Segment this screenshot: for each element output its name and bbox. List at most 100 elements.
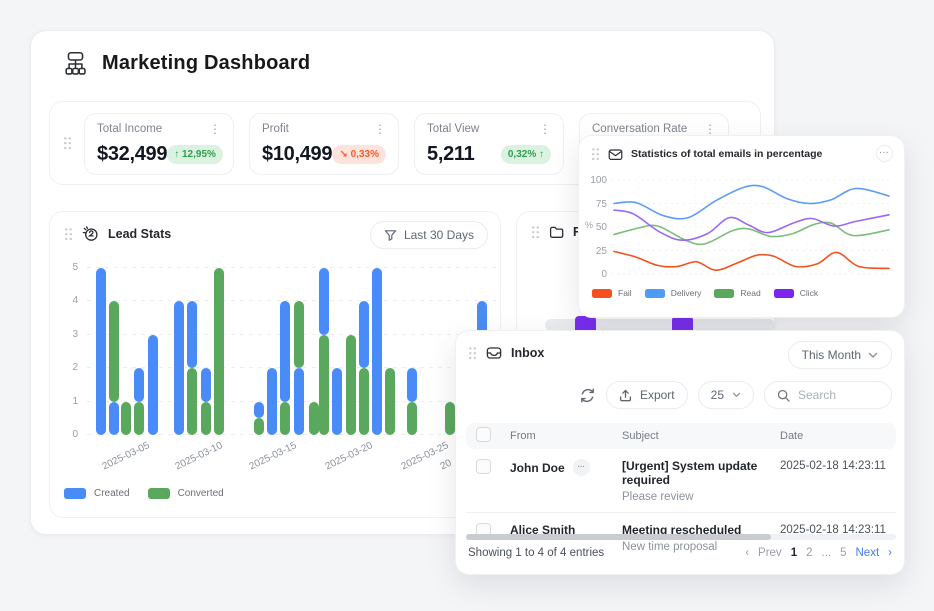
y-tick-label: 2: [58, 362, 78, 373]
drag-handle-icon[interactable]: [468, 346, 477, 360]
email-chart-svg: [611, 174, 892, 278]
y-tick-label: 25: [589, 246, 607, 257]
row-menu-icon[interactable]: [573, 459, 590, 476]
legend-item: Fail: [592, 288, 632, 298]
chart-gridline: [87, 334, 496, 335]
stat-card-total-income: Total Income $32,499 ↑ 12,95%: [84, 113, 234, 175]
card-title: Lead Stats: [108, 227, 171, 241]
drag-handle-icon[interactable]: [63, 136, 72, 150]
date-cell: 2025-02-18 14:23:11: [780, 459, 896, 472]
bar-segment-converted: [201, 402, 211, 435]
stat-label: Total View: [427, 123, 479, 135]
bar-segment-created: [187, 301, 197, 368]
pagination-next[interactable]: Next: [856, 547, 880, 559]
inbox-card: Inbox This Month: [455, 330, 905, 575]
y-tick-label: 3: [58, 329, 78, 340]
date-filter-label: Last 30 Days: [404, 228, 474, 242]
column-header: Subject: [622, 430, 780, 442]
chart-gridline: [87, 300, 496, 301]
page-size-select[interactable]: 25: [698, 381, 754, 409]
kebab-menu-icon[interactable]: [539, 124, 551, 134]
pagination-page[interactable]: 1: [791, 547, 797, 559]
trend-badge: ↘ 0,33%: [332, 145, 386, 164]
legend-item: Delivery: [645, 288, 702, 298]
subject-title: [Urgent] System update required: [622, 459, 780, 487]
legend-item: Read: [714, 288, 760, 298]
bar-segment-created: [267, 368, 277, 435]
y-tick-label: 0: [589, 269, 607, 280]
kebab-menu-icon[interactable]: [209, 124, 221, 134]
row-checkbox[interactable]: [476, 459, 491, 474]
stat-card-total-view: Total View 5,211 0,32% ↑: [414, 113, 564, 175]
pagination-page[interactable]: 2: [806, 547, 812, 559]
card-title: Statistics of total emails in percentage: [631, 148, 822, 160]
bar-segment-converted: [407, 402, 417, 435]
inbox-toolbar: Export 25: [579, 381, 892, 409]
bar-segment-created: [294, 368, 304, 435]
dashboard-page: Marketing Dashboard Total Income $32,499…: [0, 0, 934, 611]
pagination-prev[interactable]: Prev: [758, 547, 782, 559]
hidden-purple-bar: [672, 316, 693, 331]
legend-swatch: [774, 289, 794, 298]
pagination-page[interactable]: 5: [840, 547, 846, 559]
bar-segment-converted: [309, 402, 319, 435]
select-all-checkbox[interactable]: [476, 427, 491, 442]
search-input[interactable]: [798, 388, 884, 402]
upload-icon: [619, 389, 632, 402]
trend-badge: ↑ 12,95%: [167, 145, 223, 164]
drag-handle-icon[interactable]: [531, 225, 540, 239]
export-button[interactable]: Export: [606, 381, 688, 409]
lead-stats-card: Lead Stats Last 30 Days CreatedConverted…: [49, 211, 501, 518]
header-checkbox-cell: [466, 427, 510, 445]
table-scrollbar-thumb[interactable]: [466, 534, 771, 540]
pagination-ellipsis[interactable]: ...: [822, 547, 832, 559]
bar-segment-created: [319, 268, 329, 335]
pagination-prev-arrow[interactable]: ‹: [745, 547, 749, 559]
bar-segment-converted: [214, 268, 224, 435]
bar-segment-converted: [109, 301, 119, 401]
legend-label: Converted: [178, 488, 224, 499]
chart-gridline: [87, 434, 496, 435]
stat-value: $10,499: [262, 143, 332, 166]
bar-segment-converted: [385, 368, 395, 435]
pagination: ‹ Prev 12... 5 Next ›: [745, 547, 892, 559]
inbox-footer: Showing 1 to 4 of 4 entries ‹Prev12...5N…: [468, 547, 892, 559]
stat-value: 5,211: [427, 143, 474, 166]
legend-item: Click: [774, 288, 818, 298]
period-select-value: This Month: [802, 348, 861, 362]
table-row[interactable]: John Doe [Urgent] System update required P…: [466, 449, 896, 513]
bar-segment-converted: [346, 335, 356, 435]
kebab-menu-icon[interactable]: [704, 124, 716, 134]
envelope-icon: [608, 148, 623, 161]
period-select[interactable]: This Month: [788, 341, 892, 369]
bar-segment-converted: [319, 335, 329, 435]
search-box[interactable]: [764, 381, 892, 409]
drag-handle-icon[interactable]: [591, 147, 600, 161]
subject-preview: Please review: [622, 491, 780, 503]
pagination-next-arrow[interactable]: ›: [888, 547, 892, 559]
bar-segment-created: [359, 301, 369, 368]
export-label: Export: [640, 388, 675, 402]
table-scrollbar-track[interactable]: [466, 534, 896, 540]
date-filter-button[interactable]: Last 30 Days: [370, 221, 488, 249]
table-header-row: FromSubjectDate: [466, 423, 896, 449]
legend-swatch: [645, 289, 665, 298]
legend-label: Read: [740, 288, 760, 298]
bar-segment-converted: [445, 402, 455, 435]
lead-stats-icon: [82, 225, 99, 242]
stat-label: Profit: [262, 123, 289, 135]
y-tick-label: 1: [58, 396, 78, 407]
bar-segment-converted: [359, 368, 369, 435]
bar-segment-created: [254, 402, 264, 419]
inbox-table: FromSubjectDate John Doe [Urgent] System u…: [466, 423, 896, 562]
from-cell: John Doe: [510, 459, 622, 476]
y-tick-label: 0: [58, 429, 78, 440]
column-header: Date: [780, 430, 896, 442]
bar-segment-converted: [294, 301, 304, 368]
more-menu-icon[interactable]: [876, 145, 893, 162]
legend-swatch: [592, 289, 612, 298]
kebab-menu-icon[interactable]: [374, 124, 386, 134]
drag-handle-icon[interactable]: [64, 227, 73, 241]
refresh-icon[interactable]: [579, 387, 596, 404]
sender-name: John Doe: [510, 461, 565, 475]
